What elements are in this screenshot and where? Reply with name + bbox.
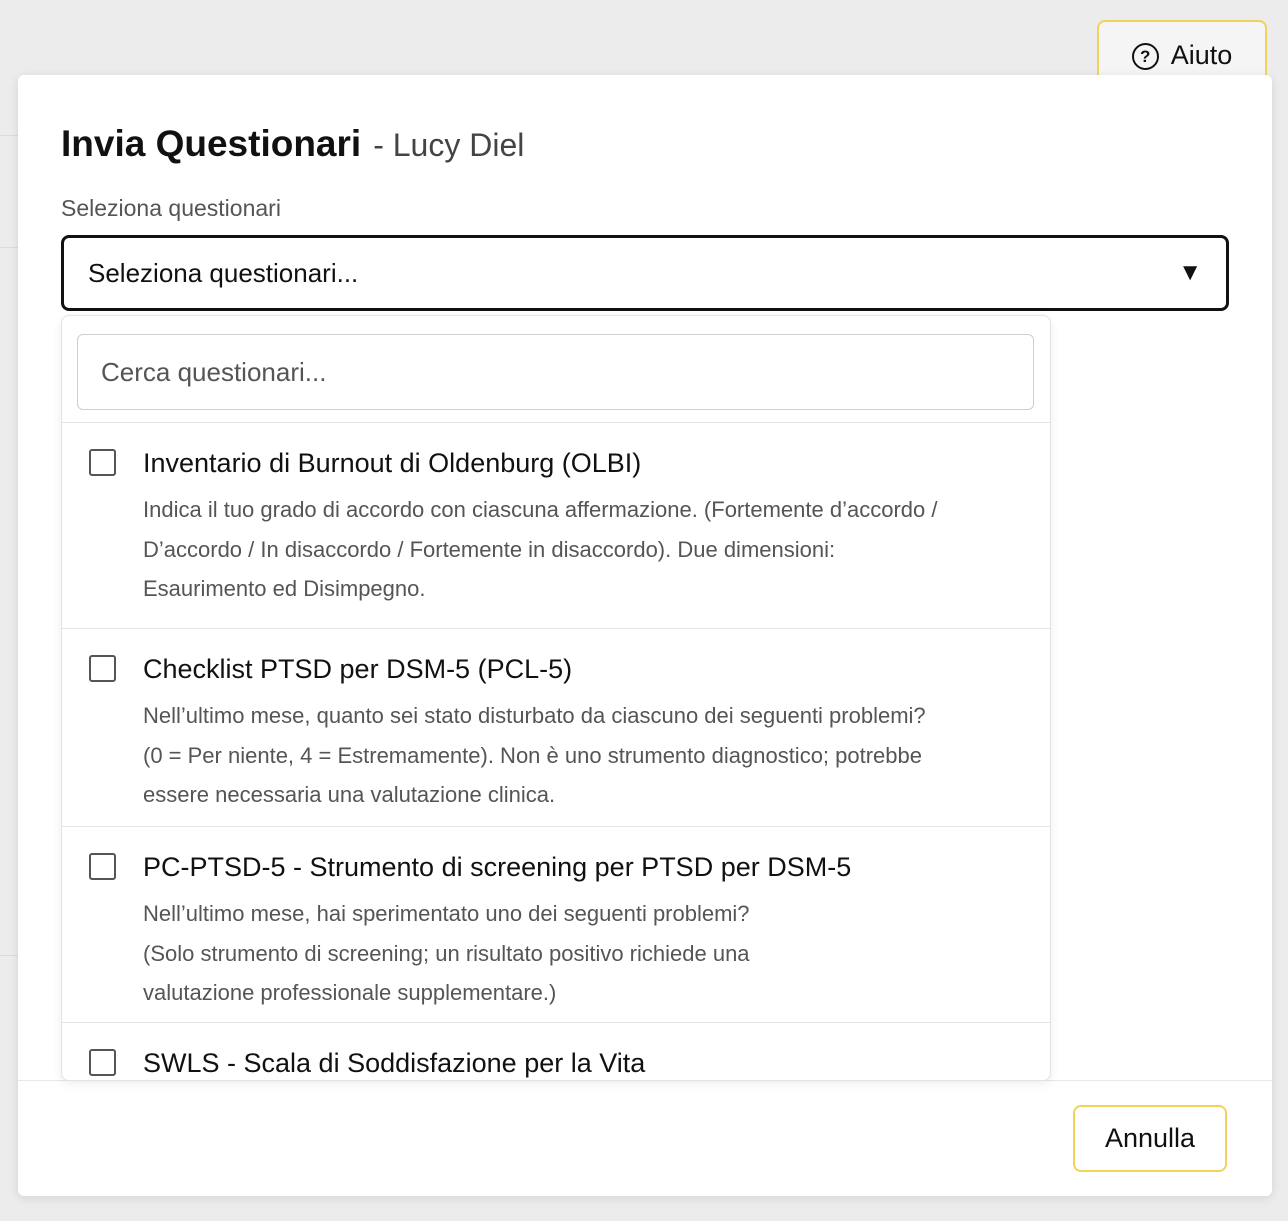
search-container xyxy=(62,316,1050,423)
search-input[interactable] xyxy=(77,334,1034,410)
checkbox[interactable] xyxy=(89,853,116,880)
item-title: Checklist PTSD per DSM-5 (PCL-5) xyxy=(143,654,573,684)
background-divider xyxy=(0,247,18,248)
questionnaire-item-pc-ptsd-5[interactable]: PC-PTSD-5 - Strumento di screening per P… xyxy=(62,827,1050,1023)
item-description: Nell’ultimo mese, hai sperimentato uno d… xyxy=(143,901,750,1005)
modal-header: Invia Questionari - Lucy Diel xyxy=(61,123,524,165)
modal-title: Invia Questionari xyxy=(61,123,362,164)
item-title: Inventario di Burnout di Oldenburg (OLBI… xyxy=(143,448,642,478)
select-value: Seleziona questionari... xyxy=(88,257,359,288)
cancel-button[interactable]: Annulla xyxy=(1073,1105,1227,1172)
item-title: PC-PTSD-5 - Strumento di screening per P… xyxy=(143,852,852,882)
help-circle-icon: ? xyxy=(1131,43,1159,70)
patient-name: - Lucy Diel xyxy=(373,127,525,163)
help-button-label: Aiuto xyxy=(1170,40,1233,70)
questionnaire-item-swls[interactable]: SWLS - Scala di Soddisfazione per la Vit… xyxy=(62,1023,1050,1080)
item-title: SWLS - Scala di Soddisfazione per la Vit… xyxy=(143,1048,646,1078)
send-questionnaires-modal: Invia Questionari - Lucy Diel Seleziona … xyxy=(18,75,1272,1196)
checkbox[interactable] xyxy=(89,655,116,682)
questionnaire-item-olbi[interactable]: Inventario di Burnout di Oldenburg (OLBI… xyxy=(62,423,1050,629)
background-divider xyxy=(0,955,18,956)
checkbox[interactable] xyxy=(89,1049,116,1076)
checkbox[interactable] xyxy=(89,449,116,476)
caret-down-icon: ▼ xyxy=(1178,259,1202,286)
item-description: Nell’ultimo mese, quanto sei stato distu… xyxy=(143,703,926,807)
questionnaire-dropdown: Inventario di Burnout di Oldenburg (OLBI… xyxy=(61,315,1051,1081)
questionnaire-item-pcl5[interactable]: Checklist PTSD per DSM-5 (PCL-5) Nell’ul… xyxy=(62,629,1050,827)
select-label: Seleziona questionari xyxy=(61,195,281,221)
questionnaire-select[interactable]: Seleziona questionari... ▼ xyxy=(61,235,1229,311)
item-description: Indica il tuo grado di accordo con ciasc… xyxy=(143,497,938,601)
background-divider xyxy=(0,135,18,136)
